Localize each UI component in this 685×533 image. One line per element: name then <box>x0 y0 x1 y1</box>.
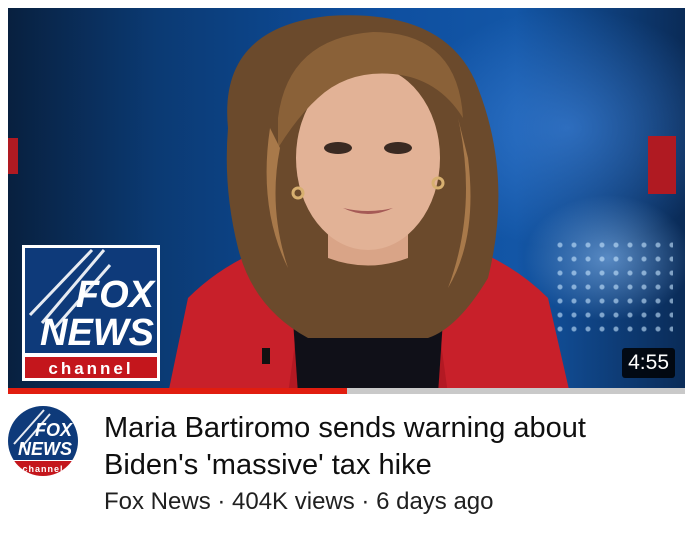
logo-fox-text: FOX <box>76 274 157 316</box>
studio-light <box>8 138 18 174</box>
duration-badge: 4:55 <box>622 348 675 378</box>
meta-separator: · <box>210 488 233 515</box>
watch-progress-bar <box>8 388 685 394</box>
watch-progress-fill <box>8 388 347 394</box>
presenter-image <box>168 15 570 394</box>
avatar-channel-text: channel <box>22 464 63 474</box>
logo-channel-text: channel <box>48 359 133 378</box>
video-title[interactable]: Maria Bartiromo sends warning about Bide… <box>104 410 674 484</box>
avatar-fox-text: FOX <box>35 420 73 440</box>
fox-news-logo-icon: FOX NEWS channel <box>8 406 78 476</box>
video-thumbnail[interactable]: FOX NEWS channel 4:55 <box>8 8 685 394</box>
view-count: 404K views <box>232 488 355 515</box>
logo-news-text: NEWS <box>40 312 154 354</box>
channel-name[interactable]: Fox News <box>104 488 211 515</box>
upload-age: 6 days ago <box>376 488 494 515</box>
studio-light <box>648 136 676 194</box>
avatar-news-text: NEWS <box>18 439 72 459</box>
video-metadata: Fox News · 404K views · 6 days ago <box>104 488 494 516</box>
meta-separator: · <box>354 488 377 515</box>
fox-news-logo-icon: FOX NEWS channel <box>22 245 160 381</box>
channel-avatar[interactable]: FOX NEWS channel <box>8 406 78 476</box>
